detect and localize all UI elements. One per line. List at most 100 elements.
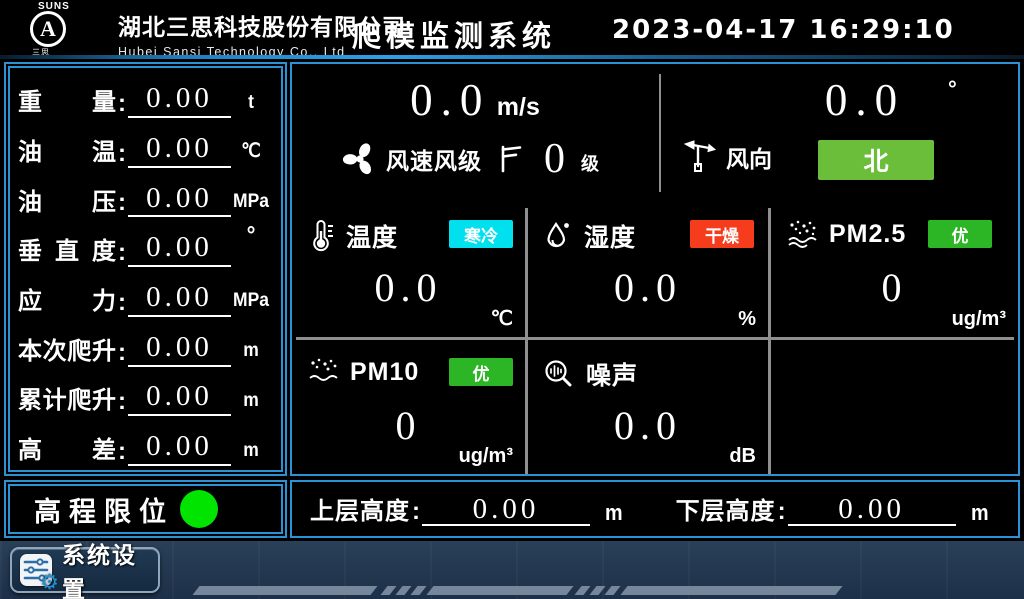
taskbar-stripe — [395, 586, 411, 595]
particles-icon — [306, 356, 340, 388]
wind-direction-label: 风向 — [726, 140, 772, 174]
sensor-unit: ug/m³ — [459, 445, 513, 468]
taskbar-stripe — [426, 586, 573, 595]
gear-icon: ⚙ — [40, 570, 59, 594]
wind-direction-section: 0.0 ° 风向 北 — [660, 64, 1018, 200]
sensor-name: PM2.5 — [829, 220, 906, 249]
sensor-badge: 干燥 — [690, 220, 754, 248]
metric-row-weight: 重量: 0.00 t — [18, 74, 271, 118]
upper-height-unit: m — [605, 500, 623, 526]
logo-mark-icon: A — [30, 11, 66, 47]
metric-unit: ° — [233, 223, 270, 249]
settings-label: 系统设置 — [62, 536, 158, 599]
sensor-unit: ℃ — [491, 306, 513, 331]
sensor-badge: 优 — [928, 220, 992, 248]
metric-row-verticality: 垂直度: 0.00 ° — [18, 223, 271, 267]
metric-label: 重量 — [18, 89, 116, 118]
sensor-value: 0.0 — [528, 264, 768, 311]
metric-unit: m — [233, 386, 270, 416]
sensor-cell-noise: 噪声 0.0 dB — [528, 340, 768, 474]
wind-vane-icon — [682, 140, 718, 174]
thermometer-icon — [306, 219, 336, 253]
lower-height-label: 下层高度 — [676, 491, 776, 526]
metric-value: 0.00 — [128, 133, 231, 168]
sensor-badge: 优 — [449, 358, 513, 386]
metric-row-stress: 应力: 0.00 MPa — [18, 273, 271, 317]
metric-row-total-climb: 累计爬升: 0.00 m — [18, 372, 271, 416]
fan-icon — [342, 141, 378, 177]
metric-row-oil-temp: 油温: 0.00 ℃ — [18, 124, 271, 168]
taskbar-stripe — [574, 586, 590, 595]
metric-label: 高差 — [18, 437, 116, 466]
sensor-cell-pm10: PM10 优 0 ug/m³ — [292, 340, 525, 474]
sensor-name: 噪声 — [586, 356, 638, 392]
lower-height-value: 0.00 — [788, 494, 956, 526]
header-divider — [0, 55, 1024, 59]
noise-icon — [542, 357, 576, 391]
metric-label: 累计爬升 — [18, 387, 116, 416]
lower-height-group: 下层高度: 0.00 m — [676, 491, 990, 526]
wind-speed-value: 0.0 — [410, 75, 490, 125]
particles-icon — [785, 218, 819, 250]
taskbar-stripe — [380, 586, 396, 595]
header: SUNS A 三思 湖北三思科技股份有限公司 Hubei Sansi Techn… — [0, 0, 1024, 55]
taskbar-stripe — [410, 586, 426, 595]
upper-height-value: 0.00 — [422, 494, 590, 526]
datetime-display: 2023-04-17 16:29:10 — [612, 15, 955, 45]
metrics-panel: 重量: 0.00 t 油温: 0.00 ℃ 油压: 0.00 MPa 垂直度: … — [4, 62, 287, 476]
sensor-value: 0.0 — [292, 264, 525, 311]
wind-speed-label: 风速风级 — [386, 142, 482, 176]
settings-sliders-icon: ⚙ — [20, 554, 52, 586]
page-title: 爬模监测系统 — [352, 13, 556, 55]
wind-speed-section: 0.0 m/s 风速风级 — [292, 64, 658, 200]
metric-value: 0.00 — [128, 381, 231, 416]
sensor-unit: % — [738, 308, 756, 331]
metric-unit: t — [233, 88, 270, 118]
elevation-limit-label: 高程限位 — [34, 490, 174, 529]
metric-value: 0.00 — [128, 232, 231, 267]
heights-panel: 上层高度: 0.00 m 下层高度: 0.00 m — [290, 480, 1020, 538]
wind-level-icon — [496, 143, 526, 175]
wind-level-value: 0 — [544, 138, 565, 180]
sensor-value: 0.0 — [528, 402, 768, 449]
metric-row-oil-pressure: 油压: 0.00 MPa — [18, 173, 271, 217]
metric-label: 垂直度 — [18, 238, 116, 267]
metric-unit: MPa — [233, 286, 270, 316]
sensor-name: 湿度 — [584, 218, 636, 254]
upper-height-group: 上层高度: 0.00 m — [310, 491, 624, 526]
main-panel: 0.0 m/s 风速风级 — [290, 62, 1020, 476]
sensor-value: 0 — [771, 264, 1018, 311]
taskbar-stripe — [620, 586, 842, 595]
wind-direction-value: 0.0 — [825, 75, 905, 125]
wind-direction-badge: 北 — [818, 140, 934, 180]
metric-unit: m — [233, 336, 270, 366]
metric-label: 油压 — [18, 189, 116, 218]
sensor-name: PM10 — [350, 358, 419, 387]
sensor-cell-temperature: 温度 寒冷 0.0 ℃ — [292, 202, 525, 337]
taskbar: ⚙ 系统设置 — [0, 541, 1024, 599]
metric-label: 油温 — [18, 139, 116, 168]
upper-height-label: 上层高度 — [310, 491, 410, 526]
metric-value: 0.00 — [128, 282, 231, 317]
settings-button[interactable]: ⚙ 系统设置 — [10, 547, 160, 593]
sensor-cell-pm25: PM2.5 优 0 ug/m³ — [771, 202, 1018, 337]
sensor-value: 0 — [292, 402, 525, 449]
sensor-cell-humidity: 湿度 干燥 0.0 % — [528, 202, 768, 337]
taskbar-stripe — [589, 586, 605, 595]
elevation-status-light — [180, 490, 218, 528]
sensor-name: 温度 — [346, 218, 398, 254]
metric-unit: m — [233, 436, 270, 466]
metric-label: 应力 — [18, 288, 116, 317]
metric-value: 0.00 — [128, 183, 231, 218]
metric-value: 0.00 — [128, 332, 231, 367]
wind-level-unit: 级 — [581, 150, 599, 176]
metric-value: 0.00 — [128, 83, 231, 118]
sensor-badge: 寒冷 — [449, 220, 513, 248]
elevation-limit-panel: 高程限位 — [4, 480, 287, 538]
metric-value: 0.00 — [128, 431, 231, 466]
wind-direction-unit: ° — [948, 76, 957, 102]
lower-height-unit: m — [971, 500, 989, 526]
taskbar-stripe — [604, 586, 620, 595]
wind-speed-unit: m/s — [497, 93, 540, 121]
metric-row-height-diff: 高差: 0.00 m — [18, 422, 271, 466]
